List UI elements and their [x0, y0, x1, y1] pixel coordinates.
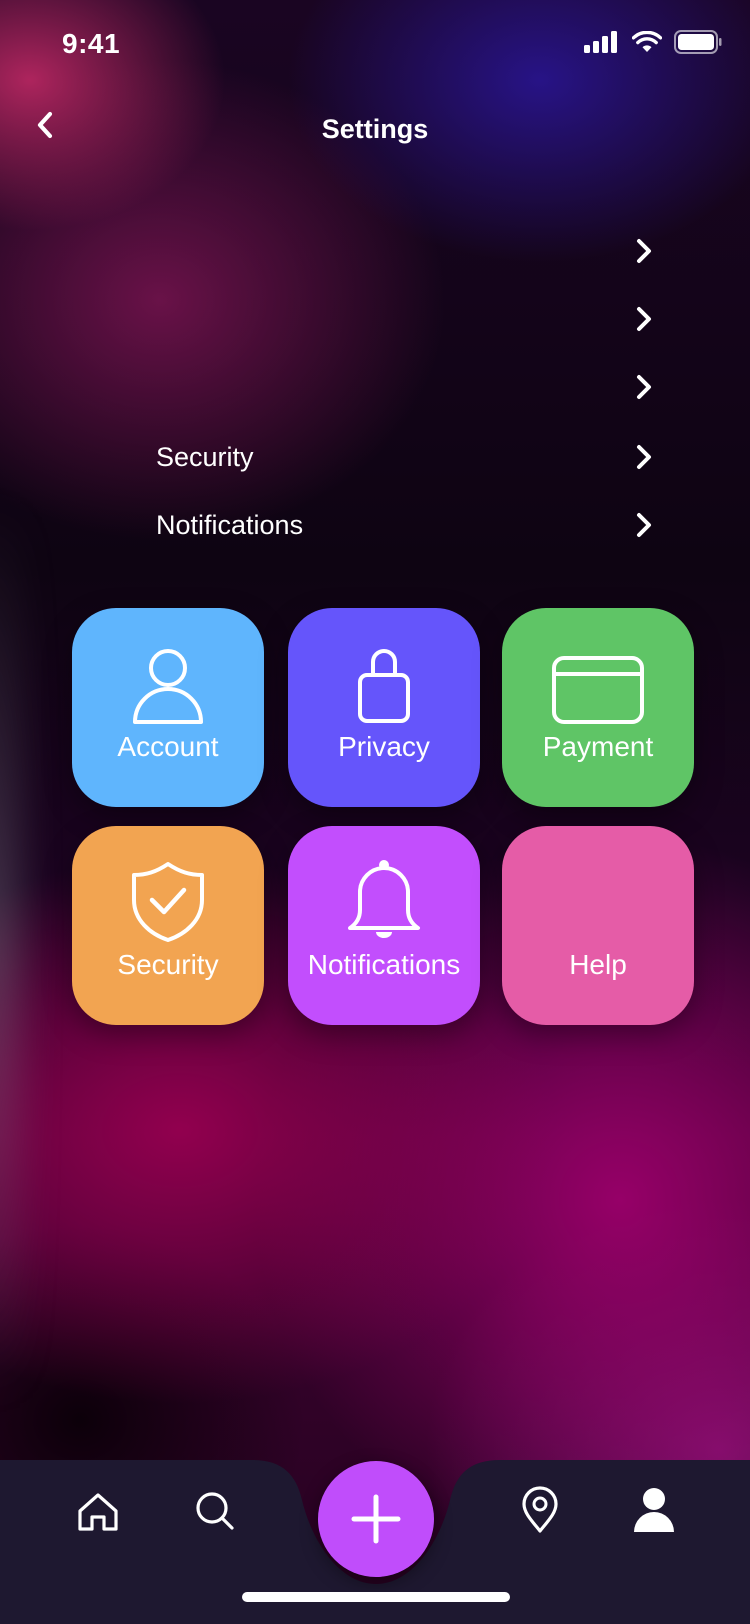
person-icon — [133, 649, 203, 724]
bell-icon — [348, 860, 420, 938]
credit-card-icon — [552, 656, 644, 724]
tile-privacy[interactable]: Privacy — [288, 608, 480, 807]
search-icon — [196, 1492, 234, 1530]
tile-label: Payment — [542, 731, 654, 762]
chevron-right-icon — [637, 375, 651, 399]
chevron-right-icon — [637, 239, 651, 263]
list-item-notifications[interactable]: Notifications — [0, 496, 750, 556]
status-icons — [584, 30, 722, 54]
wifi-icon — [632, 31, 662, 52]
list-item-security[interactable]: Security — [0, 428, 750, 488]
tab-profile[interactable] — [624, 1480, 684, 1540]
tile-label: Privacy — [338, 731, 430, 762]
chevron-right-icon — [637, 513, 651, 537]
tile-label: Account — [117, 731, 219, 762]
tile-label: Notifications — [307, 949, 461, 980]
profile-icon — [634, 1488, 674, 1532]
list-item-label: Security — [156, 442, 254, 472]
tile-payment[interactable]: Payment — [502, 608, 694, 807]
tile-help[interactable]: Help — [502, 826, 694, 1025]
chevron-right-icon — [637, 307, 651, 331]
tab-location[interactable] — [510, 1480, 570, 1540]
tab-search[interactable] — [186, 1482, 246, 1542]
lock-icon — [358, 649, 410, 723]
tile-account[interactable]: Account — [72, 608, 264, 807]
status-time: 9:41 — [62, 28, 121, 59]
list-item[interactable] — [0, 222, 750, 282]
signal-icon — [584, 31, 617, 53]
list-item-label: Notifications — [156, 510, 304, 540]
home-icon — [78, 1493, 118, 1531]
location-icon — [522, 1486, 558, 1533]
shield-check-icon — [132, 862, 204, 942]
chevron-right-icon — [637, 445, 651, 469]
tab-home[interactable] — [68, 1482, 128, 1542]
add-icon — [351, 1494, 401, 1544]
tile-label: Security — [117, 949, 219, 980]
battery-icon — [674, 30, 722, 54]
list-item[interactable] — [0, 358, 750, 418]
list-item[interactable] — [0, 290, 750, 350]
tile-security[interactable]: Security — [72, 826, 264, 1025]
tile-label: Help — [569, 949, 627, 980]
page-title: Settings — [321, 114, 429, 144]
add-button[interactable] — [318, 1461, 434, 1577]
tile-notifications[interactable]: Notifications — [288, 826, 480, 1025]
home-indicator — [242, 1592, 510, 1602]
